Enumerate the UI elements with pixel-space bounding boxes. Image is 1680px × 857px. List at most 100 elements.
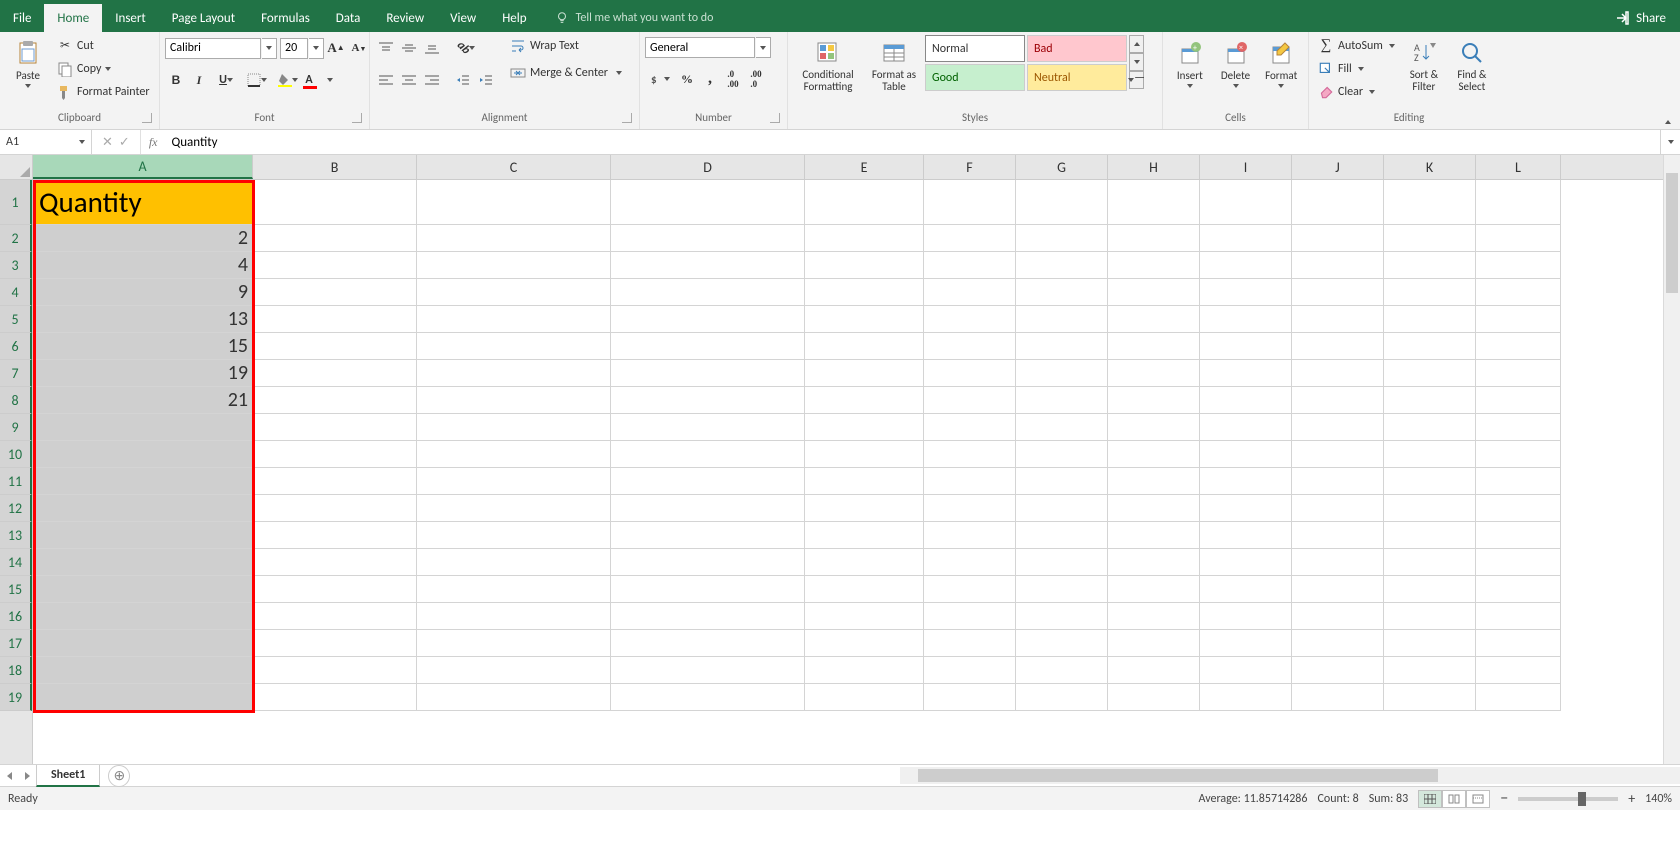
clear-button[interactable]: Clear	[1314, 81, 1399, 102]
percent-format-button[interactable]: %	[676, 68, 698, 90]
cell-F13[interactable]	[924, 522, 1016, 549]
cell-A15[interactable]	[33, 576, 253, 603]
cell-G10[interactable]	[1016, 441, 1108, 468]
cell-I11[interactable]	[1200, 468, 1292, 495]
cell-C12[interactable]	[417, 495, 611, 522]
cancel-formula-button[interactable]: ✕	[102, 135, 113, 150]
cell-E4[interactable]	[805, 279, 924, 306]
cell-J17[interactable]	[1292, 630, 1384, 657]
cell-F16[interactable]	[924, 603, 1016, 630]
cell-F8[interactable]	[924, 387, 1016, 414]
column-headers[interactable]: ABCDEFGHIJKL	[33, 155, 1663, 180]
tab-file[interactable]: File	[0, 4, 44, 32]
bold-button[interactable]: B	[165, 69, 187, 91]
cell-F4[interactable]	[924, 279, 1016, 306]
cell-K14[interactable]	[1384, 549, 1476, 576]
row-header-15[interactable]: 15	[0, 576, 32, 603]
cell-J7[interactable]	[1292, 360, 1384, 387]
autosum-button[interactable]: ∑ AutoSum	[1314, 35, 1399, 56]
paste-button[interactable]: Paste	[5, 35, 51, 92]
cell-L15[interactable]	[1476, 576, 1561, 603]
cell-F5[interactable]	[924, 306, 1016, 333]
cell-F10[interactable]	[924, 441, 1016, 468]
cell-B17[interactable]	[253, 630, 417, 657]
cell-K11[interactable]	[1384, 468, 1476, 495]
cell-H6[interactable]	[1108, 333, 1200, 360]
cell-A1[interactable]: Quantity	[33, 180, 253, 225]
cell-B15[interactable]	[253, 576, 417, 603]
tab-view[interactable]: View	[437, 4, 489, 32]
cell-D11[interactable]	[611, 468, 805, 495]
column-header-I[interactable]: I	[1200, 155, 1292, 179]
cell-K5[interactable]	[1384, 306, 1476, 333]
spreadsheet-grid[interactable]: ABCDEFGHIJKL 123456789101112131415161718…	[0, 155, 1680, 764]
cell-K7[interactable]	[1384, 360, 1476, 387]
tab-page-layout[interactable]: Page Layout	[159, 4, 248, 32]
cell-C1[interactable]	[417, 180, 611, 225]
cell-C14[interactable]	[417, 549, 611, 576]
find-select-button[interactable]: Find & Select	[1449, 35, 1495, 97]
row-header-19[interactable]: 19	[0, 684, 32, 711]
share-button[interactable]: Share	[1600, 10, 1680, 26]
cell-G15[interactable]	[1016, 576, 1108, 603]
cell-H1[interactable]	[1108, 180, 1200, 225]
font-size-dropdown[interactable]	[309, 38, 324, 59]
column-header-A[interactable]: A	[33, 155, 253, 179]
cell-G5[interactable]	[1016, 306, 1108, 333]
vertical-scrollbar[interactable]	[1663, 155, 1680, 764]
cell-I6[interactable]	[1200, 333, 1292, 360]
cell-A11[interactable]	[33, 468, 253, 495]
cell-B16[interactable]	[253, 603, 417, 630]
cell-A10[interactable]	[33, 441, 253, 468]
align-right-button[interactable]	[421, 69, 443, 91]
font-name-dropdown[interactable]	[262, 38, 277, 59]
cell-L9[interactable]	[1476, 414, 1561, 441]
cell-L8[interactable]	[1476, 387, 1561, 414]
cell-F15[interactable]	[924, 576, 1016, 603]
cell-G2[interactable]	[1016, 225, 1108, 252]
cell-K17[interactable]	[1384, 630, 1476, 657]
row-header-3[interactable]: 3	[0, 252, 32, 279]
cell-G18[interactable]	[1016, 657, 1108, 684]
select-all-button[interactable]	[0, 155, 33, 180]
format-as-table-button[interactable]: Format as Table	[865, 35, 923, 97]
cell-J5[interactable]	[1292, 306, 1384, 333]
cell-F1[interactable]	[924, 180, 1016, 225]
align-left-button[interactable]	[375, 69, 397, 91]
tab-help[interactable]: Help	[489, 4, 539, 32]
cell-H13[interactable]	[1108, 522, 1200, 549]
cell-J6[interactable]	[1292, 333, 1384, 360]
align-center-button[interactable]	[398, 69, 420, 91]
cell-F14[interactable]	[924, 549, 1016, 576]
cell-H14[interactable]	[1108, 549, 1200, 576]
cell-G1[interactable]	[1016, 180, 1108, 225]
cell-G11[interactable]	[1016, 468, 1108, 495]
cell-H18[interactable]	[1108, 657, 1200, 684]
cell-L18[interactable]	[1476, 657, 1561, 684]
row-header-5[interactable]: 5	[0, 306, 32, 333]
insert-cells-button[interactable]: + Insert	[1168, 35, 1212, 92]
cell-J15[interactable]	[1292, 576, 1384, 603]
cell-L11[interactable]	[1476, 468, 1561, 495]
cell-K10[interactable]	[1384, 441, 1476, 468]
cell-G8[interactable]	[1016, 387, 1108, 414]
cell-L6[interactable]	[1476, 333, 1561, 360]
cell-L16[interactable]	[1476, 603, 1561, 630]
cell-D3[interactable]	[611, 252, 805, 279]
cell-A2[interactable]: 2	[33, 225, 253, 252]
cell-B1[interactable]	[253, 180, 417, 225]
cell-L14[interactable]	[1476, 549, 1561, 576]
cell-K3[interactable]	[1384, 252, 1476, 279]
cell-H10[interactable]	[1108, 441, 1200, 468]
cell-C4[interactable]	[417, 279, 611, 306]
font-name-input[interactable]	[165, 38, 261, 59]
cell-J12[interactable]	[1292, 495, 1384, 522]
cell-I13[interactable]	[1200, 522, 1292, 549]
row-header-12[interactable]: 12	[0, 495, 32, 522]
cell-D19[interactable]	[611, 684, 805, 711]
cut-button[interactable]: ✂ Cut	[53, 35, 154, 56]
cell-L3[interactable]	[1476, 252, 1561, 279]
tell-me-search[interactable]: Tell me what you want to do	[554, 10, 714, 26]
cell-E13[interactable]	[805, 522, 924, 549]
cell-F9[interactable]	[924, 414, 1016, 441]
